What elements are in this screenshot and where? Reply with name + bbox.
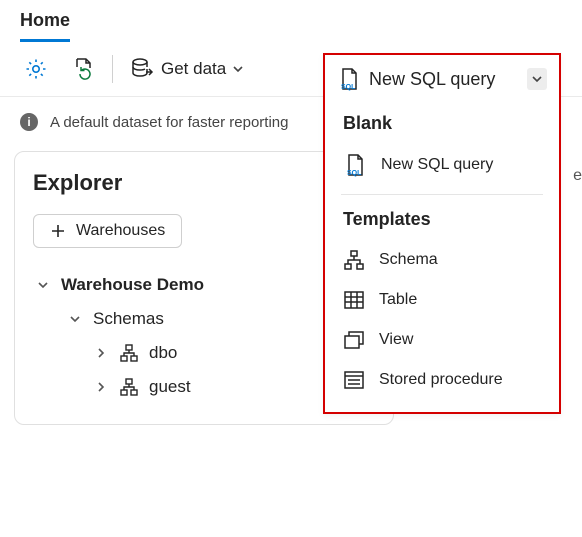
toolbar-divider [112, 55, 113, 83]
tab-bar: Home [0, 0, 582, 42]
settings-button[interactable] [18, 53, 54, 85]
get-data-button[interactable]: Get data [123, 52, 250, 86]
sql-file-icon: SQL [337, 67, 361, 91]
dropdown-section-templates: Templates [325, 203, 559, 240]
schema-icon [343, 249, 365, 271]
chevron-down-icon [37, 279, 51, 291]
svg-text:SQL: SQL [341, 84, 356, 91]
tree-item-label: Warehouse Demo [61, 275, 204, 295]
new-sql-query-dropdown: SQL New SQL query Blank SQL New SQL quer… [323, 53, 561, 414]
dropdown-section-blank: Blank [325, 107, 559, 144]
chevron-down-icon[interactable] [527, 68, 547, 90]
dropdown-item-label: Stored procedure [379, 371, 503, 389]
database-icon [129, 56, 155, 82]
dropdown-item-view[interactable]: View [325, 320, 559, 360]
svg-text:SQL: SQL [347, 170, 362, 177]
tree-item-label: guest [149, 377, 191, 397]
tree-item-label: Schemas [93, 309, 164, 329]
dropdown-item-label: View [379, 331, 413, 349]
dropdown-item-schema[interactable]: Schema [325, 240, 559, 280]
schema-icon [119, 377, 139, 397]
dropdown-item-table[interactable]: Table [325, 280, 559, 320]
schema-icon [119, 343, 139, 363]
dropdown-separator [341, 194, 543, 195]
info-banner-text: A default dataset for faster reporting [50, 114, 288, 131]
dropdown-item-new-sql-query[interactable]: SQL New SQL query [325, 144, 559, 186]
new-sql-query-label: New SQL query [369, 69, 495, 90]
tab-home[interactable]: Home [20, 6, 70, 42]
dropdown-item-label: Schema [379, 251, 438, 269]
plus-icon [50, 223, 66, 239]
dropdown-item-label: New SQL query [381, 156, 493, 174]
info-icon: i [20, 113, 38, 131]
sql-file-icon: SQL [343, 153, 367, 177]
chevron-right-icon [95, 347, 109, 359]
get-data-label: Get data [161, 59, 226, 79]
chevron-right-icon [95, 381, 109, 393]
dropdown-item-stored-procedure[interactable]: Stored procedure [325, 360, 559, 400]
table-icon [343, 289, 365, 311]
refresh-button[interactable] [64, 52, 102, 86]
chevron-down-icon [69, 313, 83, 325]
file-refresh-icon [70, 56, 96, 82]
tree-item-label: dbo [149, 343, 177, 363]
warehouses-button-label: Warehouses [76, 222, 165, 240]
view-icon [343, 329, 365, 351]
banner-cutoff-text: e [573, 167, 582, 185]
dropdown-item-label: Table [379, 291, 417, 309]
gear-icon [24, 57, 48, 81]
stored-procedure-icon [343, 369, 365, 391]
add-warehouses-button[interactable]: Warehouses [33, 214, 182, 248]
new-sql-query-button[interactable]: SQL New SQL query [325, 55, 559, 107]
chevron-down-icon [232, 63, 244, 75]
